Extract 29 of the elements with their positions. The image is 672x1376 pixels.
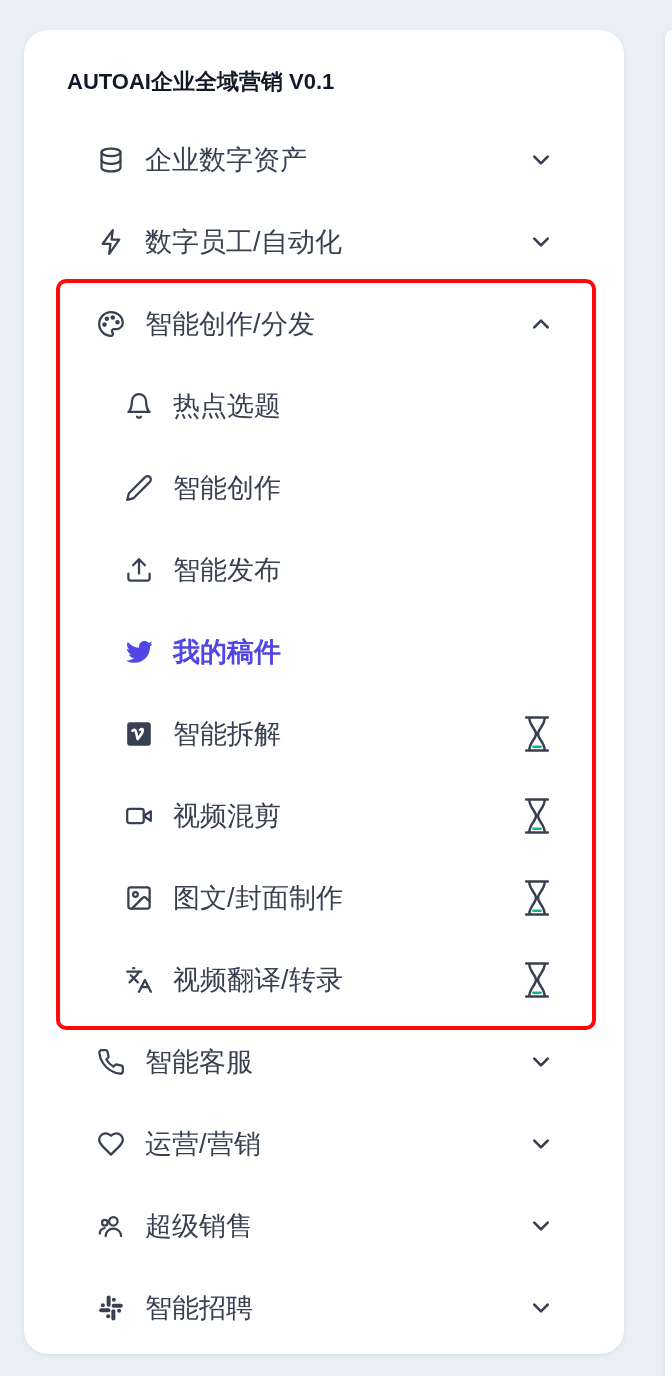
menu-item[interactable]: 运营/营销 [60,1103,592,1185]
submenu-item[interactable]: 我的稿件 [60,611,592,693]
menu-item[interactable]: 超级销售 [60,1185,592,1267]
v-tile-icon [126,721,152,747]
menu-item[interactable]: 智能创作/分发 [60,283,592,365]
people-icon [98,1213,124,1239]
app-title: AUTOAI企业全域营销 V0.1 [66,68,336,96]
menu-item[interactable]: 智能客服 [60,1021,592,1103]
palette-icon [98,311,124,337]
submenu-item[interactable]: 热点选题 [60,365,592,447]
submenu-item[interactable]: 智能发布 [60,529,592,611]
submenu-item[interactable]: 智能拆解 [60,693,592,775]
phone-icon [98,1049,124,1075]
hashtag-icon [98,1295,124,1321]
database-icon [98,147,124,173]
menu-item[interactable]: 企业数字资产 [60,119,592,201]
image-icon [126,885,152,911]
submenu-item[interactable]: 图文/封面制作 [60,857,592,939]
submenu-item[interactable]: 智能创作 [60,447,592,529]
translate-icon [126,967,152,993]
pencil-icon [126,475,152,501]
menu-item[interactable]: 智能招聘 [60,1267,592,1349]
submenu-item[interactable]: 视频混剪 [60,775,592,857]
bird-icon [126,639,152,665]
bell-icon [126,393,152,419]
upload-icon [126,557,152,583]
submenu-item[interactable]: 视频翻译/转录 [60,939,592,1021]
heart-icon [98,1131,124,1157]
menu-item[interactable]: 数字员工/自动化 [60,201,592,283]
